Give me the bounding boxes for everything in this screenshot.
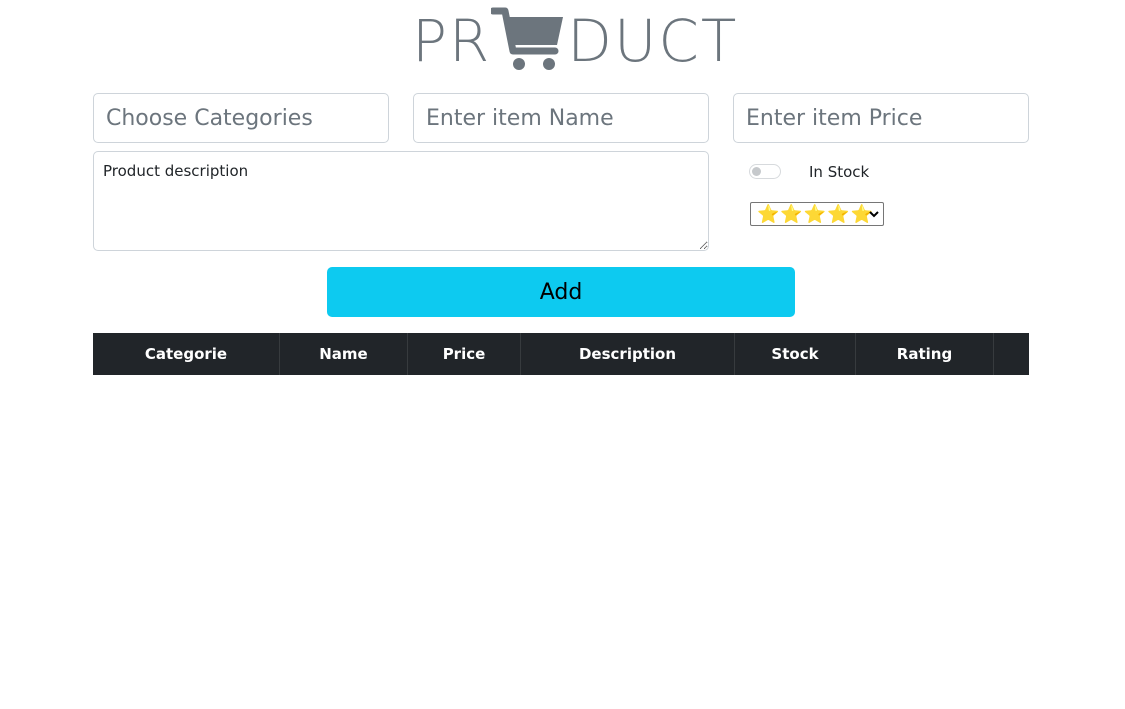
product-logo: PR DUCT (412, 6, 738, 76)
product-description-textarea[interactable] (93, 151, 709, 251)
column-header-price: Price (408, 333, 521, 375)
toggle-knob (752, 167, 761, 176)
column-header-actions (994, 333, 1029, 375)
logo-text-right: DUCT (567, 7, 739, 75)
in-stock-label: In Stock (809, 163, 870, 181)
column-header-name: Name (280, 333, 408, 375)
item-price-input[interactable] (733, 93, 1029, 143)
rating-select[interactable]: ⭐⭐⭐⭐⭐ (750, 202, 884, 226)
product-page: PR DUCT In Stock ⭐⭐⭐⭐⭐ Add Categorie Nam… (0, 0, 1125, 709)
column-header-rating: Rating (856, 333, 994, 375)
chevron-down-icon (868, 207, 880, 221)
products-table-header: Categorie Name Price Description Stock R… (93, 333, 1029, 375)
rating-stars-value: ⭐⭐⭐⭐⭐ (757, 204, 875, 224)
logo-text-left: PR (412, 7, 492, 75)
item-name-input[interactable] (413, 93, 709, 143)
column-header-description: Description (521, 333, 735, 375)
shopping-cart-icon (491, 7, 567, 73)
in-stock-toggle[interactable] (749, 164, 781, 179)
column-header-stock: Stock (735, 333, 856, 375)
add-button[interactable]: Add (327, 267, 795, 317)
category-input[interactable] (93, 93, 389, 143)
column-header-categorie: Categorie (93, 333, 280, 375)
